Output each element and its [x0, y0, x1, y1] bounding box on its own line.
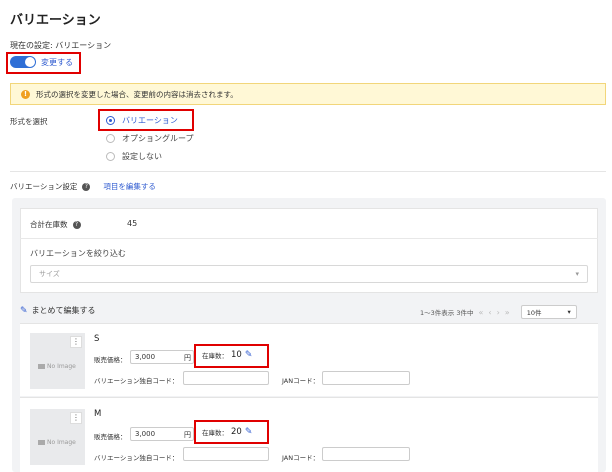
edit-items-link[interactable]: 項目を編集する	[103, 181, 156, 192]
total-stock-row: 合計在庫数 ?	[30, 219, 81, 230]
variant-name: S	[94, 334, 100, 344]
help-icon[interactable]: ?	[82, 182, 91, 191]
jan-code-input[interactable]	[322, 371, 410, 385]
warning-icon: !	[21, 89, 30, 99]
yen-label: 円	[184, 354, 191, 362]
jan-code-input[interactable]	[322, 447, 410, 461]
radio-option-none[interactable]: 設定しない	[106, 151, 162, 162]
no-image-placeholder: No Image	[38, 439, 76, 446]
highlight-box-variation	[98, 109, 194, 131]
pagination: 1〜3件表示 3件中 « ‹ › » 10件 ▾	[420, 305, 577, 319]
prev-page-icon[interactable]: ‹	[488, 308, 491, 317]
unique-code-input[interactable]	[183, 371, 269, 385]
radio-icon[interactable]	[106, 152, 115, 161]
chevron-down-icon: ▾	[567, 308, 571, 316]
variation-setting-label: バリエーション設定	[10, 182, 78, 191]
first-page-icon[interactable]: «	[478, 308, 483, 317]
current-setting: 現在の設定: バリエーション	[10, 41, 112, 50]
unique-code-label: バリエーション独自コード：	[94, 377, 179, 385]
bulk-edit-button[interactable]: ✎ まとめて編集する	[20, 305, 96, 316]
total-stock-label: 合計在庫数	[30, 220, 68, 229]
per-page-select[interactable]: 10件 ▾	[520, 305, 577, 319]
variant-thumbnail[interactable]: ⋮ No Image	[30, 333, 85, 389]
no-image-text: No Image	[47, 439, 76, 446]
image-icon	[38, 364, 45, 369]
range-text: 1〜3件表示 3件中	[420, 309, 474, 317]
filter-select[interactable]: サイズ ▾	[30, 265, 588, 283]
yen-label: 円	[184, 431, 191, 439]
price-label: 販売価格：	[94, 433, 127, 441]
highlight-box-stock	[194, 344, 269, 368]
variant-name: M	[94, 409, 102, 419]
radio-label: 設定しない	[122, 152, 162, 161]
radio-option-option-group[interactable]: オプショングループ	[106, 133, 194, 144]
no-image-text: No Image	[47, 363, 76, 370]
divider	[20, 238, 598, 239]
warning-banner: ! 形式の選択を変更した場合、変更前の内容は消去されます。	[10, 83, 606, 105]
per-page-value: 10件	[526, 309, 542, 317]
price-label: 販売価格：	[94, 356, 127, 364]
jan-code-label: JANコード：	[282, 377, 320, 385]
more-icon[interactable]: ⋮	[70, 412, 82, 424]
help-icon[interactable]: ?	[72, 220, 81, 229]
unique-code-label: バリエーション独自コード：	[94, 454, 179, 462]
format-label: 形式を選択	[10, 117, 48, 126]
warning-text: 形式の選択を変更した場合、変更前の内容は消去されます。	[36, 89, 238, 99]
unique-code-input[interactable]	[183, 447, 269, 461]
more-icon[interactable]: ⋮	[70, 336, 82, 348]
image-icon	[38, 440, 45, 445]
highlight-box-toggle	[6, 52, 81, 74]
radio-icon[interactable]	[106, 134, 115, 143]
no-image-placeholder: No Image	[38, 363, 76, 370]
page-title: バリエーション	[10, 13, 101, 28]
jan-code-label: JANコード：	[282, 454, 320, 462]
next-page-icon[interactable]: ›	[497, 308, 500, 317]
filter-label: バリエーションを絞り込む	[30, 249, 126, 258]
chevron-down-icon: ▾	[575, 270, 579, 278]
divider	[10, 171, 606, 172]
filter-placeholder: サイズ	[39, 270, 60, 278]
pencil-icon: ✎	[20, 305, 28, 316]
total-stock-value: 45	[127, 219, 138, 228]
variation-setting-row: バリエーション設定 ? 項目を編集する	[10, 181, 156, 192]
last-page-icon[interactable]: »	[505, 308, 510, 317]
highlight-box-stock	[194, 420, 269, 444]
bulk-edit-label: まとめて編集する	[31, 306, 96, 315]
radio-label: オプショングループ	[122, 134, 194, 143]
variant-thumbnail[interactable]: ⋮ No Image	[30, 409, 85, 465]
